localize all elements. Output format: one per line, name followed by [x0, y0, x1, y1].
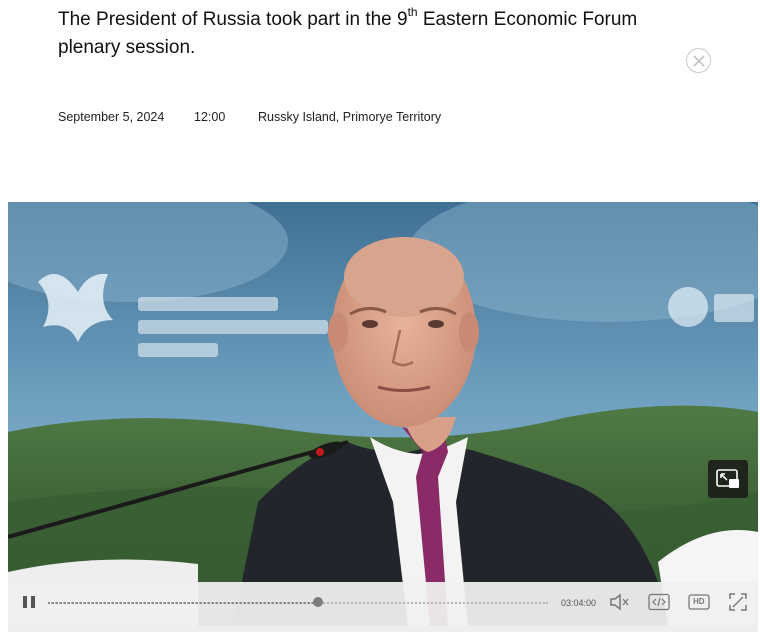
pause-button[interactable]	[22, 594, 36, 615]
article-meta: September 5, 2024 12:00 Russky Island, P…	[58, 110, 441, 124]
video-duration: 03:04:00	[561, 598, 597, 608]
code-icon	[648, 593, 670, 611]
video-player[interactable]: 03:04:00 HD	[8, 202, 758, 626]
fullscreen-icon	[729, 593, 747, 611]
progress-handle[interactable]	[313, 597, 323, 607]
article-date: September 5, 2024	[58, 110, 165, 124]
picture-in-picture-icon	[716, 469, 739, 488]
video-frame	[8, 202, 758, 626]
article-time: 12:00	[194, 110, 226, 124]
video-controls-bar: 03:04:00 HD	[8, 582, 758, 626]
article-title: The President of Russia took part in the…	[58, 6, 668, 62]
hd-button[interactable]: HD	[688, 593, 710, 616]
pause-icon	[23, 596, 35, 608]
embed-button[interactable]	[648, 593, 670, 616]
fullscreen-button[interactable]	[729, 593, 747, 616]
close-circle-icon	[692, 54, 705, 67]
title-text: The President of Russia took part in the…	[58, 9, 408, 30]
title-ordinal-suffix: th	[407, 4, 418, 19]
article-location: Russky Island, Primorye Territory	[258, 110, 442, 124]
progress-played	[48, 602, 318, 604]
page-bottom-strip	[8, 626, 758, 632]
close-button[interactable]	[686, 48, 711, 73]
hd-label: HD	[693, 597, 705, 606]
volume-button[interactable]	[609, 593, 631, 616]
picture-in-picture-button[interactable]	[708, 460, 748, 498]
volume-muted-icon	[610, 593, 629, 611]
